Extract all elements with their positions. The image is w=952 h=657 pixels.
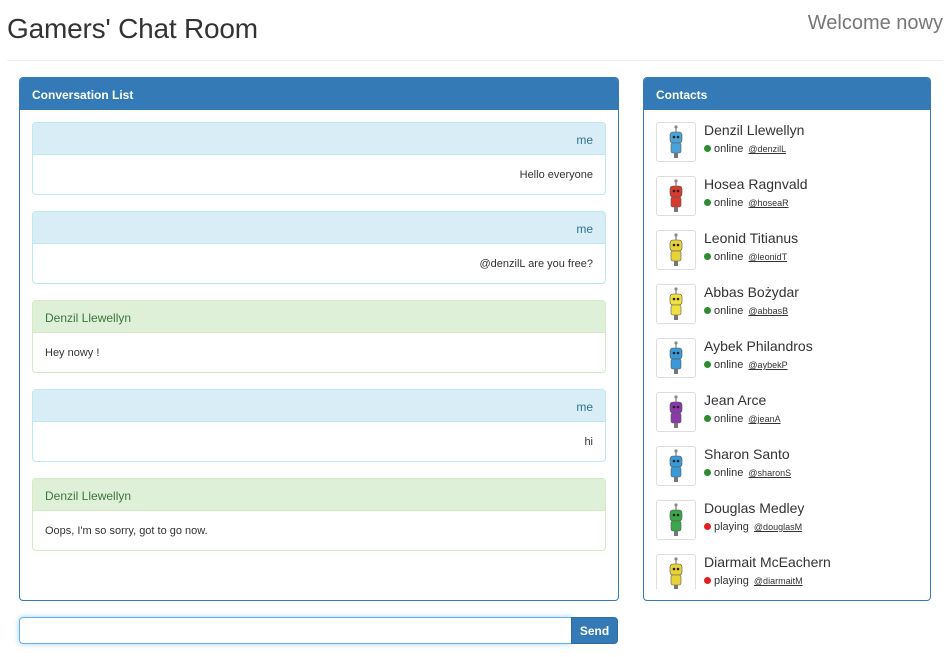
contact-handle-link[interactable]: @sharonS [748, 468, 791, 478]
contact-item[interactable]: Jean Arce online @jeanA [656, 392, 920, 446]
robot-avatar-icon [669, 341, 683, 374]
contact-name: Sharon Santo [704, 446, 790, 462]
status-text: playing [714, 575, 749, 587]
message-text: Oops, I'm so sorry, got to go now. [45, 525, 208, 537]
robot-avatar-icon [669, 125, 683, 158]
avatar [656, 392, 696, 432]
welcome-text: Welcome nowy [807, 12, 943, 34]
contact-name: Douglas Medley [704, 500, 805, 516]
message-item: Denzil Llewellyn Hey nowy ! [32, 300, 606, 373]
contact-status: playing @diarmaitM [704, 575, 803, 587]
avatar [656, 500, 696, 540]
contact-item[interactable]: Sharon Santo online @sharonS [656, 446, 920, 500]
contact-handle-link[interactable]: @jeanA [748, 414, 780, 424]
avatar [656, 122, 696, 162]
robot-avatar-icon [669, 503, 683, 536]
contact-name: Hosea Ragnvald [704, 176, 808, 192]
contact-handle-link[interactable]: @denzilL [748, 144, 786, 154]
robot-avatar-icon [669, 179, 683, 212]
status-text: playing [714, 521, 749, 533]
avatar [656, 554, 696, 589]
status-text: online [714, 251, 744, 263]
message-item: me @denzilL are you free? [32, 211, 606, 284]
message-item: me Hello everyone [32, 122, 606, 195]
status-text: online [714, 143, 744, 155]
message-item: Denzil Llewellyn Oops, I'm so sorry, got… [32, 478, 606, 551]
contact-name: Diarmait McEachern [704, 554, 831, 570]
contact-status: online @abbasB [704, 305, 788, 317]
status-dot-icon [704, 145, 711, 152]
message-author: Denzil Llewellyn [33, 479, 605, 511]
contact-handle-link[interactable]: @douglasM [754, 522, 802, 532]
contacts-panel: Contacts Denzil Llewellyn online @denzilL… [643, 77, 931, 601]
message-input[interactable] [19, 617, 572, 644]
contact-name: Leonid Titianus [704, 230, 799, 246]
status-text: online [714, 359, 744, 371]
contact-status: playing @douglasM [704, 521, 802, 533]
contact-item[interactable]: Hosea Ragnvald online @hoseaR [656, 176, 920, 230]
contact-status: online @sharonS [704, 467, 791, 479]
robot-avatar-icon [669, 287, 683, 320]
contact-handle-link[interactable]: @leonidT [748, 252, 787, 262]
message-author: me [33, 390, 605, 422]
status-dot-icon [704, 523, 711, 530]
app-title: Gamers' Chat Room [7, 13, 258, 44]
status-dot-icon [704, 361, 711, 368]
message-text: hi [584, 436, 593, 448]
contacts-heading: Contacts [644, 78, 930, 110]
robot-avatar-icon [669, 557, 683, 589]
status-dot-icon [704, 469, 711, 476]
contact-item[interactable]: Douglas Medley playing @douglasM [656, 500, 920, 554]
contact-name: Jean Arce [704, 392, 767, 408]
contact-item[interactable]: Abbas Bożydar online @abbasB [656, 284, 920, 338]
robot-avatar-icon [669, 233, 683, 266]
status-text: online [714, 305, 744, 317]
contact-handle-link[interactable]: @abbasB [748, 306, 788, 316]
contact-handle-link[interactable]: @hoseaR [748, 198, 788, 208]
contact-item[interactable]: Diarmait McEachern playing @diarmaitM [656, 554, 920, 589]
status-text: online [714, 413, 744, 425]
contact-item[interactable]: Denzil Llewellyn online @denzilL [656, 122, 920, 176]
avatar [656, 338, 696, 378]
message-author: Denzil Llewellyn [33, 301, 605, 333]
contact-status: online @jeanA [704, 413, 781, 425]
message-author: me [33, 123, 605, 155]
status-dot-icon [704, 307, 711, 314]
send-button[interactable]: Send [571, 617, 618, 644]
conversation-panel: Conversation List me Hello everyone me @… [19, 77, 619, 601]
message-composer: Send [19, 617, 619, 644]
message-author: me [33, 212, 605, 244]
avatar [656, 446, 696, 486]
status-dot-icon [704, 577, 711, 584]
contact-item[interactable]: Leonid Titianus online @leonidT [656, 230, 920, 284]
contact-handle-link[interactable]: @aybekP [748, 360, 787, 370]
page-header: Gamers' Chat Room Welcome nowy [7, 0, 943, 61]
status-dot-icon [704, 415, 711, 422]
contact-name: Abbas Bożydar [704, 284, 799, 300]
conversation-heading: Conversation List [20, 78, 618, 110]
message-text: Hey nowy ! [45, 347, 100, 359]
robot-avatar-icon [669, 395, 683, 428]
avatar [656, 230, 696, 270]
message-item: me hi [32, 389, 606, 462]
status-dot-icon [704, 253, 711, 260]
message-list: me Hello everyone me @denzilL are you fr… [32, 122, 606, 567]
contact-handle-link[interactable]: @diarmaitM [754, 576, 803, 586]
contact-status: online @leonidT [704, 251, 787, 263]
contact-status: online @hoseaR [704, 197, 789, 209]
message-text: Hello everyone [519, 169, 593, 181]
status-text: online [714, 467, 744, 479]
status-text: online [714, 197, 744, 209]
contact-list[interactable]: Denzil Llewellyn online @denzilL Hosea Rag… [656, 122, 920, 589]
message-text: @denzilL are you free? [479, 258, 594, 270]
robot-avatar-icon [669, 449, 683, 482]
contact-name: Denzil Llewellyn [704, 122, 805, 138]
contact-status: online @denzilL [704, 143, 786, 155]
status-dot-icon [704, 199, 711, 206]
avatar [656, 176, 696, 216]
contact-name: Aybek Philandros [704, 338, 813, 354]
avatar [656, 284, 696, 324]
contact-status: online @aybekP [704, 359, 788, 371]
contact-item[interactable]: Aybek Philandros online @aybekP [656, 338, 920, 392]
